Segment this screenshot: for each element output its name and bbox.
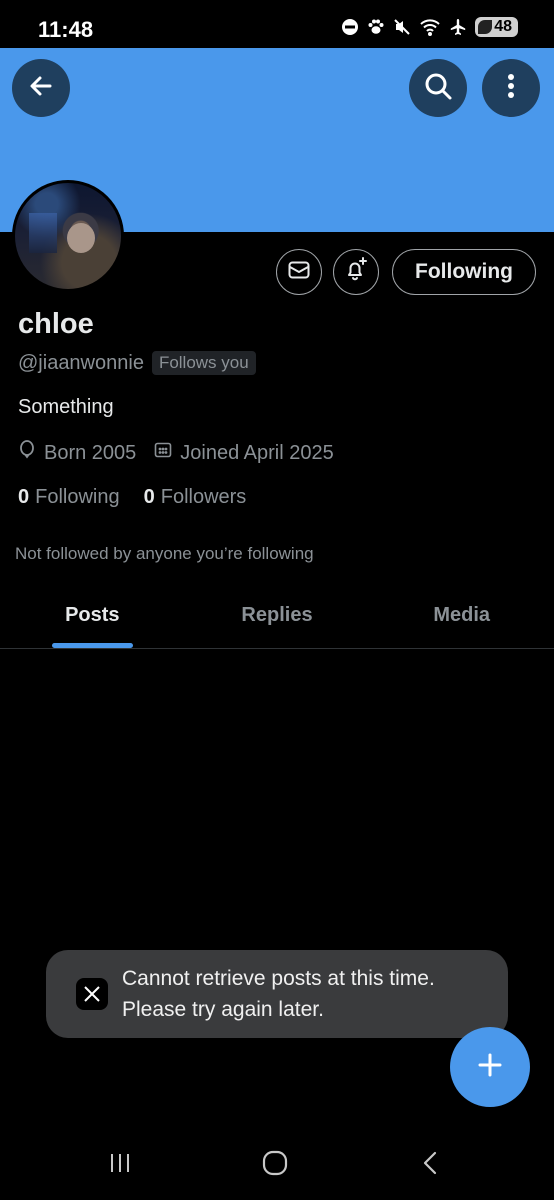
compose-post-button[interactable] — [450, 1027, 530, 1107]
back-icon — [422, 1150, 438, 1181]
mail-icon — [287, 258, 311, 287]
back-button[interactable] — [12, 59, 70, 117]
follows-you-badge: Follows you — [151, 351, 256, 375]
tab-replies[interactable]: Replies — [185, 582, 370, 648]
battery-icon: 48 — [475, 17, 518, 37]
error-toast: Cannot retrieve posts at this time. Plea… — [46, 950, 508, 1038]
followers-stat-link[interactable]: 0 Followers — [144, 486, 247, 509]
active-tab-indicator — [52, 643, 133, 648]
system-nav-bar — [0, 1130, 554, 1200]
born-text: Born 2005 — [44, 441, 137, 464]
joined-text: Joined April 2025 — [180, 441, 334, 464]
back-nav-button[interactable] — [400, 1150, 460, 1180]
mutual-followers-text: Not followed by anyone you’re following — [15, 544, 314, 563]
recents-icon — [108, 1152, 132, 1179]
avatar[interactable] — [12, 180, 124, 292]
profile-tabs: Posts Replies Media — [0, 582, 554, 649]
home-icon — [262, 1150, 288, 1181]
search-button[interactable] — [409, 59, 467, 117]
born-item: Born 2005 — [18, 440, 136, 466]
arrow-left-icon — [27, 72, 55, 105]
follow-stats: 0 Following 0 Followers — [18, 486, 270, 509]
following-button[interactable]: Following — [392, 249, 536, 295]
battery-level: 48 — [494, 18, 512, 35]
following-label: Following — [35, 486, 120, 508]
status-icons: 48 — [341, 17, 518, 37]
more-vertical-icon — [507, 73, 515, 104]
display-name: chloe — [18, 308, 94, 340]
tab-media[interactable]: Media — [369, 582, 554, 648]
calendar-icon — [154, 441, 172, 465]
home-button[interactable] — [245, 1150, 305, 1180]
username-handle: @jiaanwonnie — [18, 351, 144, 374]
plus-icon — [476, 1051, 504, 1084]
following-stat-link[interactable]: 0 Following — [18, 486, 120, 509]
recents-button[interactable] — [90, 1150, 150, 1180]
message-button[interactable] — [276, 249, 322, 295]
followers-label: Followers — [160, 486, 247, 508]
bio: Something — [18, 396, 114, 418]
bell-plus-icon — [342, 256, 370, 289]
paw-icon — [367, 18, 385, 36]
dnd-icon — [341, 18, 359, 36]
search-icon — [423, 71, 453, 106]
mute-icon — [393, 18, 411, 36]
status-bar: 11:48 48 — [0, 0, 554, 48]
followers-count: 0 — [143, 486, 155, 508]
wifi-icon — [419, 18, 441, 36]
tab-posts[interactable]: Posts — [0, 582, 185, 648]
handle-row: @jiaanwonnie Follows you — [18, 351, 256, 375]
status-time: 11:48 — [38, 17, 94, 42]
more-options-button[interactable] — [482, 59, 540, 117]
profile-meta: Born 2005 Joined April 2025 — [18, 440, 352, 466]
x-logo-icon — [76, 978, 108, 1010]
following-count: 0 — [18, 486, 30, 508]
balloon-icon — [18, 440, 36, 466]
toast-message: Cannot retrieve posts at this time. Plea… — [122, 967, 435, 1021]
joined-item: Joined April 2025 — [154, 441, 334, 465]
airplane-icon — [449, 18, 467, 36]
notifications-button[interactable] — [333, 249, 379, 295]
